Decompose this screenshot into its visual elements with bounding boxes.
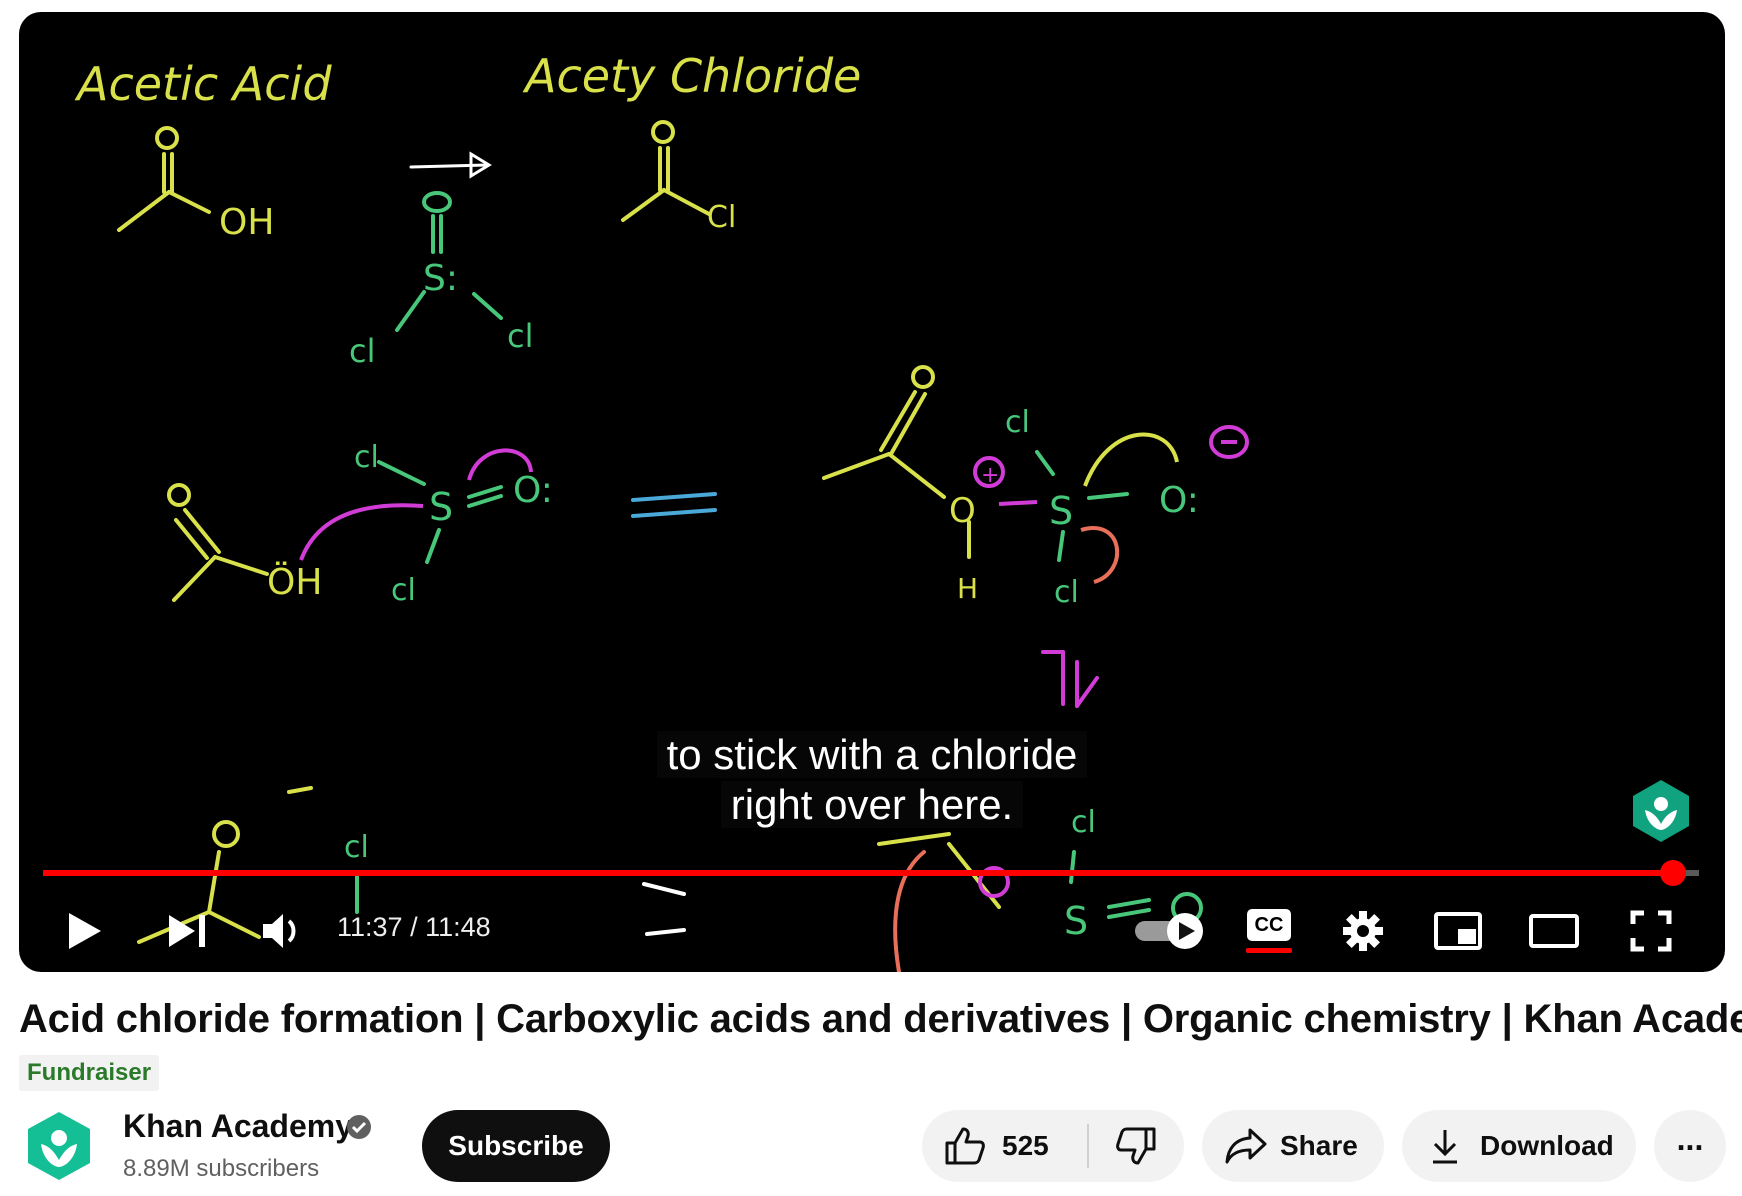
svg-text:S: S bbox=[429, 485, 453, 529]
thumbs-up-icon bbox=[945, 1127, 985, 1165]
download-icon bbox=[1433, 1130, 1457, 1164]
play-button[interactable] bbox=[59, 898, 111, 964]
fundraiser-badge[interactable]: Fundraiser bbox=[19, 1055, 160, 1091]
svg-text:cl: cl bbox=[344, 830, 369, 865]
settings-button[interactable] bbox=[1335, 898, 1391, 964]
captions-button[interactable]: CC bbox=[1239, 898, 1299, 964]
captions-active-indicator bbox=[1246, 948, 1292, 953]
fullscreen-button[interactable] bbox=[1623, 898, 1679, 964]
channel-name[interactable]: Khan Academy bbox=[123, 1108, 353, 1145]
player-controls: 11:37 / 11:48 CC bbox=[19, 898, 1725, 964]
cc-icon: CC bbox=[1247, 909, 1291, 941]
svg-text:ÖH: ÖH bbox=[267, 561, 322, 603]
next-icon bbox=[169, 915, 205, 947]
download-button[interactable]: Download bbox=[1402, 1110, 1636, 1182]
acetyl-chloride-label: Acety Chloride bbox=[522, 49, 861, 103]
thumbs-down-icon bbox=[1116, 1127, 1156, 1165]
svg-text:cl: cl bbox=[349, 332, 375, 370]
dislike-button[interactable] bbox=[1089, 1126, 1184, 1166]
like-button[interactable]: 525 bbox=[922, 1126, 1087, 1166]
progress-bar[interactable] bbox=[43, 860, 1699, 886]
video-caption: to stick with a chloride right over here… bbox=[19, 730, 1725, 830]
svg-text:O: O bbox=[949, 491, 976, 531]
volume-button[interactable] bbox=[255, 898, 311, 964]
next-button[interactable] bbox=[161, 898, 213, 964]
progress-scrubber[interactable] bbox=[1659, 860, 1686, 886]
more-icon: ... bbox=[1676, 1120, 1704, 1157]
volume-icon bbox=[263, 914, 296, 948]
svg-text:O:: O: bbox=[1159, 480, 1199, 521]
like-count: 525 bbox=[1002, 1130, 1049, 1161]
svg-text:H: H bbox=[957, 572, 978, 605]
autoplay-toggle-icon bbox=[1135, 913, 1203, 949]
more-actions-button[interactable]: ... bbox=[1654, 1110, 1726, 1182]
share-button[interactable]: Share bbox=[1202, 1110, 1384, 1182]
play-icon bbox=[69, 913, 101, 949]
video-title: Acid chloride formation | Carboxylic aci… bbox=[19, 997, 1742, 1041]
svg-text:O:: O: bbox=[513, 470, 553, 511]
svg-text:cl: cl bbox=[1005, 405, 1030, 440]
khan-academy-watermark-icon[interactable] bbox=[1631, 778, 1691, 844]
acetic-acid-label: Acetic Acid bbox=[74, 57, 332, 111]
download-label: Download bbox=[1480, 1130, 1614, 1161]
svg-text:+: + bbox=[981, 463, 999, 488]
share-icon bbox=[1225, 1128, 1267, 1164]
miniplayer-button[interactable] bbox=[1427, 898, 1489, 964]
time-display: 11:37 / 11:48 bbox=[337, 912, 491, 942]
svg-text:Cl: Cl bbox=[707, 200, 736, 235]
video-player[interactable]: Acetic Acid Acety Chloride OH Cl S: cl c… bbox=[19, 12, 1725, 972]
svg-text:cl: cl bbox=[354, 440, 379, 475]
fullscreen-icon bbox=[1630, 910, 1672, 952]
svg-text:S: S bbox=[1049, 489, 1073, 533]
channel-avatar[interactable] bbox=[26, 1110, 92, 1182]
miniplayer-icon bbox=[1434, 912, 1482, 950]
subscribe-button[interactable]: Subscribe bbox=[422, 1110, 610, 1182]
svg-text:cl: cl bbox=[507, 317, 533, 355]
oh-label: OH bbox=[219, 202, 274, 243]
svg-text:S:: S: bbox=[423, 258, 458, 299]
theater-mode-button[interactable] bbox=[1521, 898, 1587, 964]
svg-text:cl: cl bbox=[391, 573, 416, 608]
like-dislike-group: 525 bbox=[922, 1110, 1184, 1182]
gear-icon bbox=[1343, 911, 1383, 951]
autoplay-toggle[interactable] bbox=[1131, 898, 1209, 964]
caption-line-2: right over here. bbox=[720, 781, 1024, 828]
theater-icon bbox=[1529, 914, 1579, 948]
share-label: Share bbox=[1280, 1130, 1358, 1161]
progress-bar-played bbox=[43, 870, 1673, 876]
caption-line-1: to stick with a chloride bbox=[656, 731, 1088, 778]
verified-icon bbox=[347, 1115, 371, 1139]
svg-text:cl: cl bbox=[1054, 575, 1079, 610]
subscriber-count: 8.89M subscribers bbox=[123, 1155, 320, 1182]
